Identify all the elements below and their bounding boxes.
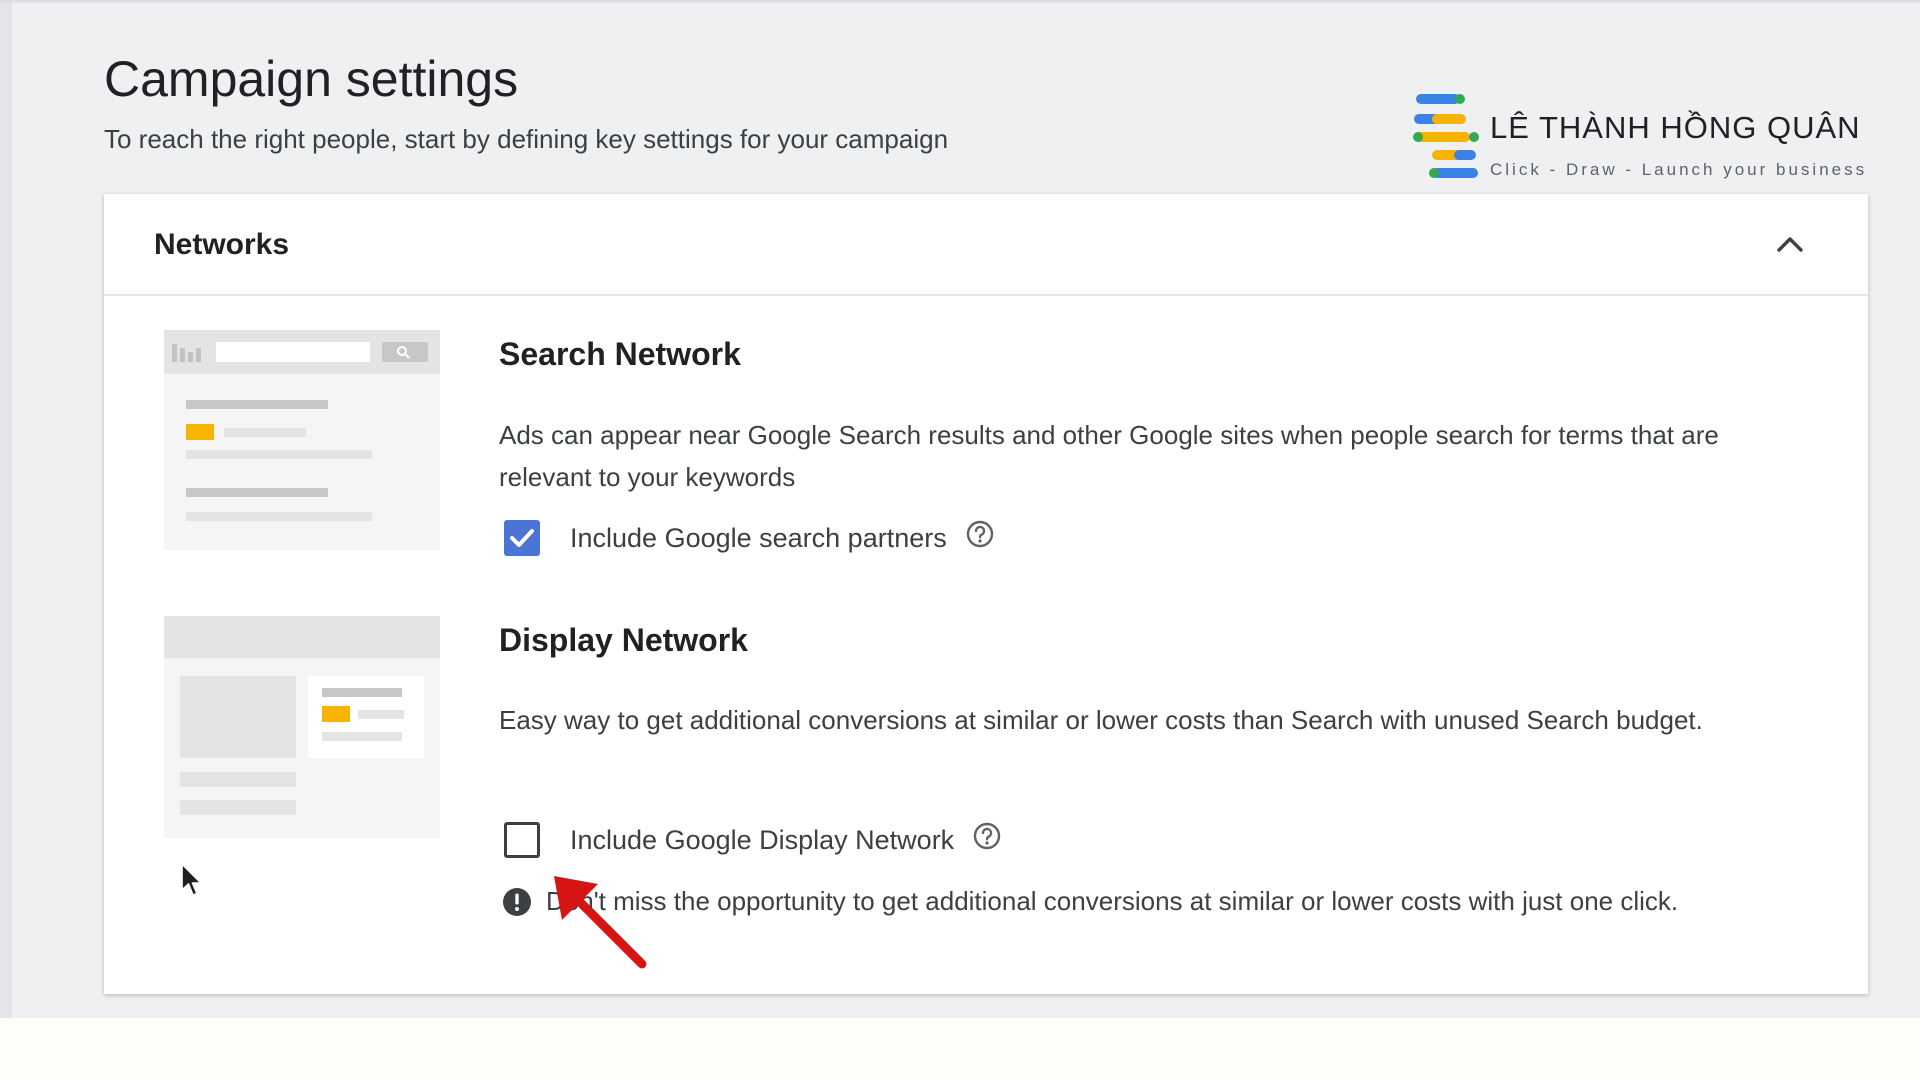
red-annotation-arrow-icon	[554, 876, 647, 969]
logo-tagline: Click - Draw - Launch your business	[1490, 160, 1868, 179]
display-network-row: Include Google Display Network	[504, 818, 1002, 862]
display-network-title: Display Network	[499, 622, 748, 658]
networks-card-header[interactable]: Networks	[104, 194, 1868, 296]
search-network-title: Search Network	[499, 336, 741, 372]
logo-mark-icon	[1413, 94, 1479, 178]
display-network-description: Easy way to get additional conversions a…	[499, 705, 1703, 735]
search-partners-label[interactable]: Include Google search partners	[570, 523, 947, 554]
page-subtitle: To reach the right people, start by defi…	[104, 124, 949, 154]
search-partners-checkbox[interactable]	[504, 520, 540, 556]
exclamation-circle-icon	[503, 887, 531, 916]
notice-text: Don't miss the opportunity to get additi…	[546, 886, 1679, 916]
top-shadow	[0, 0, 1920, 4]
search-network-illustration	[164, 330, 440, 550]
checkmark-icon	[510, 529, 534, 547]
help-circle-icon[interactable]	[965, 519, 995, 549]
help-circle-icon[interactable]	[972, 821, 1002, 851]
logo-name: LÊ THÀNH HỒNG QUÂN	[1490, 110, 1861, 145]
display-network-label[interactable]: Include Google Display Network	[570, 825, 954, 856]
display-network-notice: Don't miss the opportunity to get additi…	[502, 886, 1678, 917]
collapse-button[interactable]	[1764, 218, 1816, 270]
mouse-cursor-icon	[181, 863, 202, 896]
networks-card: Networks Search Network Ads can appear n…	[104, 194, 1868, 994]
search-partners-row: Include Google search partners	[504, 516, 995, 560]
left-edge-strip	[0, 0, 12, 1018]
page-title: Campaign settings	[104, 51, 519, 107]
networks-card-title: Networks	[154, 228, 290, 261]
chevron-up-icon	[1777, 237, 1803, 252]
search-network-description: Ads can appear near Google Search result…	[499, 420, 1719, 492]
display-network-checkbox[interactable]	[504, 822, 540, 858]
display-network-illustration	[164, 616, 440, 838]
app-viewport: Campaign settings To reach the right peo…	[0, 0, 1920, 1018]
watermark-logo: LÊ THÀNH HỒNG QUÂN Click - Draw - Launch…	[1412, 92, 1872, 182]
